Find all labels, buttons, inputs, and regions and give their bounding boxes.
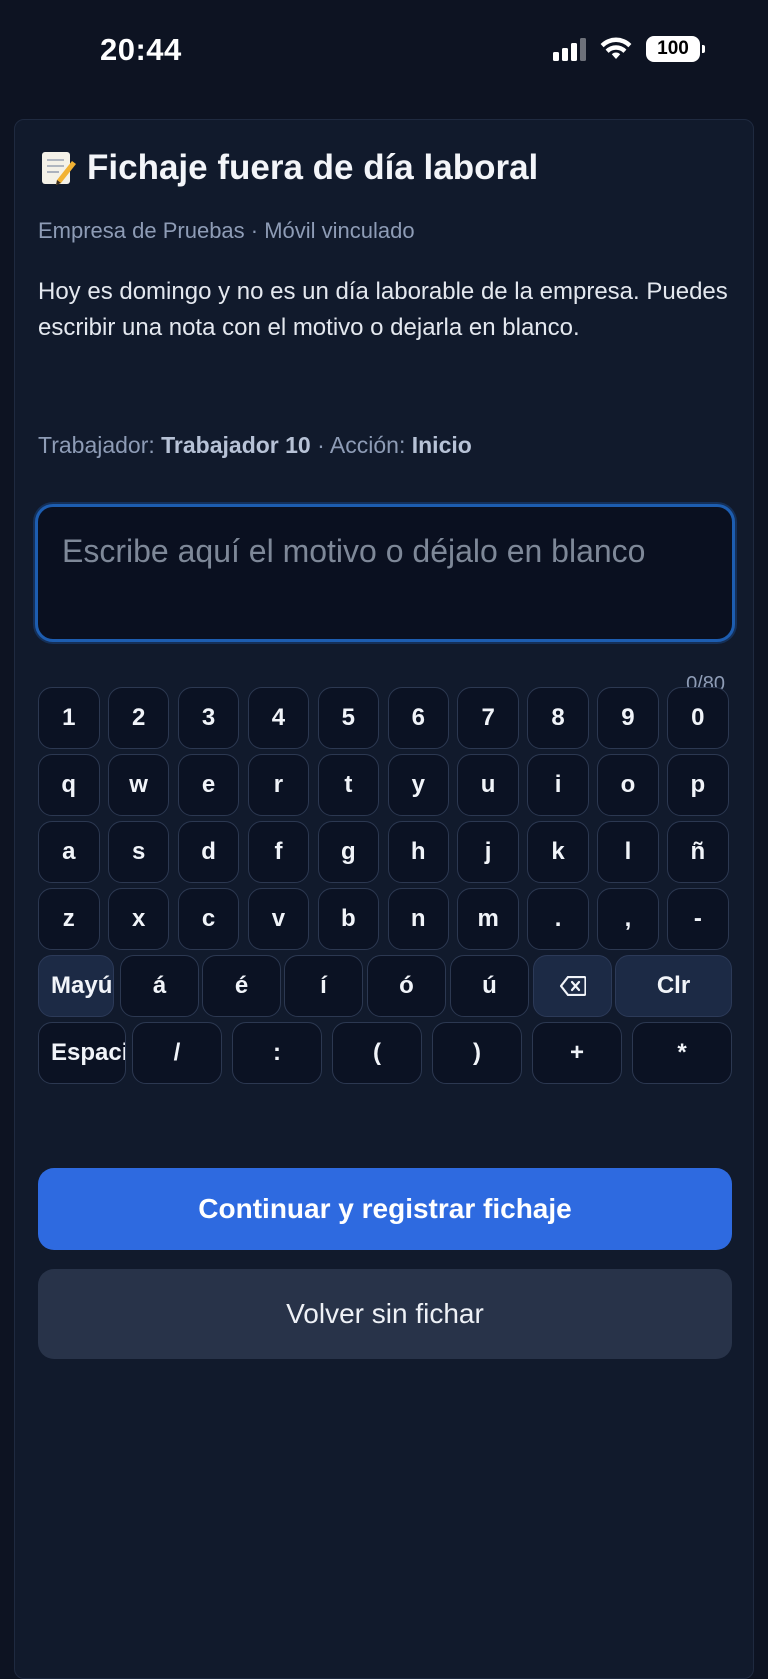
- key-8-row-2[interactable]: l: [597, 821, 659, 883]
- key-6-row-1[interactable]: u: [457, 754, 519, 816]
- key-1-row-2[interactable]: s: [107, 821, 170, 883]
- battery-icon: 100: [646, 36, 705, 62]
- description-text: Hoy es domingo y no es un día laborable …: [38, 278, 728, 341]
- key-6-row-5[interactable]: *: [632, 1022, 732, 1084]
- back-without-checkin-button[interactable]: Volver sin fichar: [38, 1269, 732, 1359]
- key-9-row-3[interactable]: -: [667, 888, 729, 950]
- key-9-row-1[interactable]: p: [667, 754, 729, 816]
- key-7-row-0[interactable]: 8: [527, 687, 589, 749]
- backspace-key[interactable]: [533, 955, 612, 1017]
- key-0-row-5[interactable]: Espacio: [38, 1022, 126, 1084]
- note-input[interactable]: Escribe aquí el motivo o déjalo en blanc…: [35, 504, 735, 642]
- key-3-row-4[interactable]: í: [284, 955, 363, 1017]
- continue-register-button[interactable]: Continuar y registrar fichaje: [38, 1168, 732, 1250]
- page-title-text: Fichaje fuera de día laboral: [87, 148, 539, 187]
- key-2-row-5[interactable]: :: [232, 1022, 322, 1084]
- key-9-row-0[interactable]: 0: [667, 687, 729, 749]
- key-2-row-0[interactable]: 3: [177, 687, 240, 749]
- key-5-row-2[interactable]: h: [387, 821, 449, 883]
- key-4-row-4[interactable]: ó: [367, 955, 446, 1017]
- key-1-row-0[interactable]: 2: [107, 687, 170, 749]
- wifi-icon: [600, 37, 632, 59]
- key-9-row-2[interactable]: ñ: [667, 821, 729, 883]
- key-1-row-3[interactable]: x: [107, 888, 170, 950]
- status-bar: 20:44 100: [0, 0, 768, 110]
- battery-level: 100: [657, 38, 689, 59]
- key-3-row-2[interactable]: f: [247, 821, 310, 883]
- key-5-row-5[interactable]: +: [532, 1022, 622, 1084]
- memo-icon: [42, 152, 76, 185]
- key-3-row-1[interactable]: r: [247, 754, 310, 816]
- worker-value: Trabajador 10: [161, 432, 311, 458]
- note-placeholder: Escribe aquí el motivo o déjalo en blanc…: [62, 533, 646, 569]
- company-subtitle: Empresa de Pruebas · Móvil vinculado: [38, 218, 415, 243]
- key-7-row-2[interactable]: k: [527, 821, 589, 883]
- key-0-row-0[interactable]: 1: [38, 687, 100, 749]
- meta-separator: ·: [310, 432, 330, 458]
- key-0-row-3[interactable]: z: [38, 888, 100, 950]
- key-6-row-2[interactable]: j: [457, 821, 519, 883]
- status-time: 20:44: [100, 32, 182, 67]
- key-1-row-5[interactable]: /: [132, 1022, 222, 1084]
- key-1-row-1[interactable]: w: [107, 754, 170, 816]
- key-8-row-0[interactable]: 9: [597, 687, 659, 749]
- key-1-row-4[interactable]: á: [120, 955, 199, 1017]
- key-0-row-1[interactable]: q: [38, 754, 100, 816]
- key-4-row-1[interactable]: t: [317, 754, 380, 816]
- key-4-row-2[interactable]: g: [317, 821, 380, 883]
- key-8-row-3[interactable]: ,: [597, 888, 659, 950]
- key-8-row-1[interactable]: o: [597, 754, 659, 816]
- key-7-row-3[interactable]: .: [527, 888, 589, 950]
- key-3-row-3[interactable]: v: [247, 888, 310, 950]
- key-3-row-5[interactable]: (: [332, 1022, 422, 1084]
- worker-label: Trabajador:: [38, 432, 155, 458]
- key-0-row-4[interactable]: Mayús: [38, 955, 114, 1017]
- key-2-row-4[interactable]: é: [202, 955, 281, 1017]
- cellular-signal-icon: [553, 37, 586, 61]
- action-value: Inicio: [411, 432, 472, 458]
- key-5-row-4[interactable]: ú: [450, 955, 529, 1017]
- worker-action-meta: Trabajador: Trabajador 10 · Acción: Inic…: [38, 432, 472, 459]
- key-2-row-1[interactable]: e: [177, 754, 240, 816]
- key-6-row-0[interactable]: 7: [457, 687, 519, 749]
- key-4-row-5[interactable]: ): [432, 1022, 522, 1084]
- page-title: Fichaje fuera de día laboral: [39, 148, 538, 188]
- key-0-row-2[interactable]: a: [38, 821, 100, 883]
- key-4-row-0[interactable]: 5: [317, 687, 380, 749]
- key-3-row-0[interactable]: 4: [247, 687, 310, 749]
- key-7-row-1[interactable]: i: [527, 754, 589, 816]
- key-6-row-3[interactable]: m: [457, 888, 519, 950]
- status-icons: 100: [553, 36, 705, 62]
- key-2-row-3[interactable]: c: [177, 888, 240, 950]
- key-7-row-4[interactable]: Clr: [615, 955, 732, 1017]
- key-2-row-2[interactable]: d: [177, 821, 240, 883]
- key-5-row-1[interactable]: y: [387, 754, 449, 816]
- key-5-row-3[interactable]: n: [387, 888, 449, 950]
- action-label: Acción:: [329, 432, 406, 458]
- checkin-card: Fichaje fuera de día laboral Empresa de …: [14, 119, 754, 1679]
- backspace-icon: [559, 976, 586, 996]
- key-4-row-3[interactable]: b: [317, 888, 380, 950]
- key-5-row-0[interactable]: 6: [387, 687, 449, 749]
